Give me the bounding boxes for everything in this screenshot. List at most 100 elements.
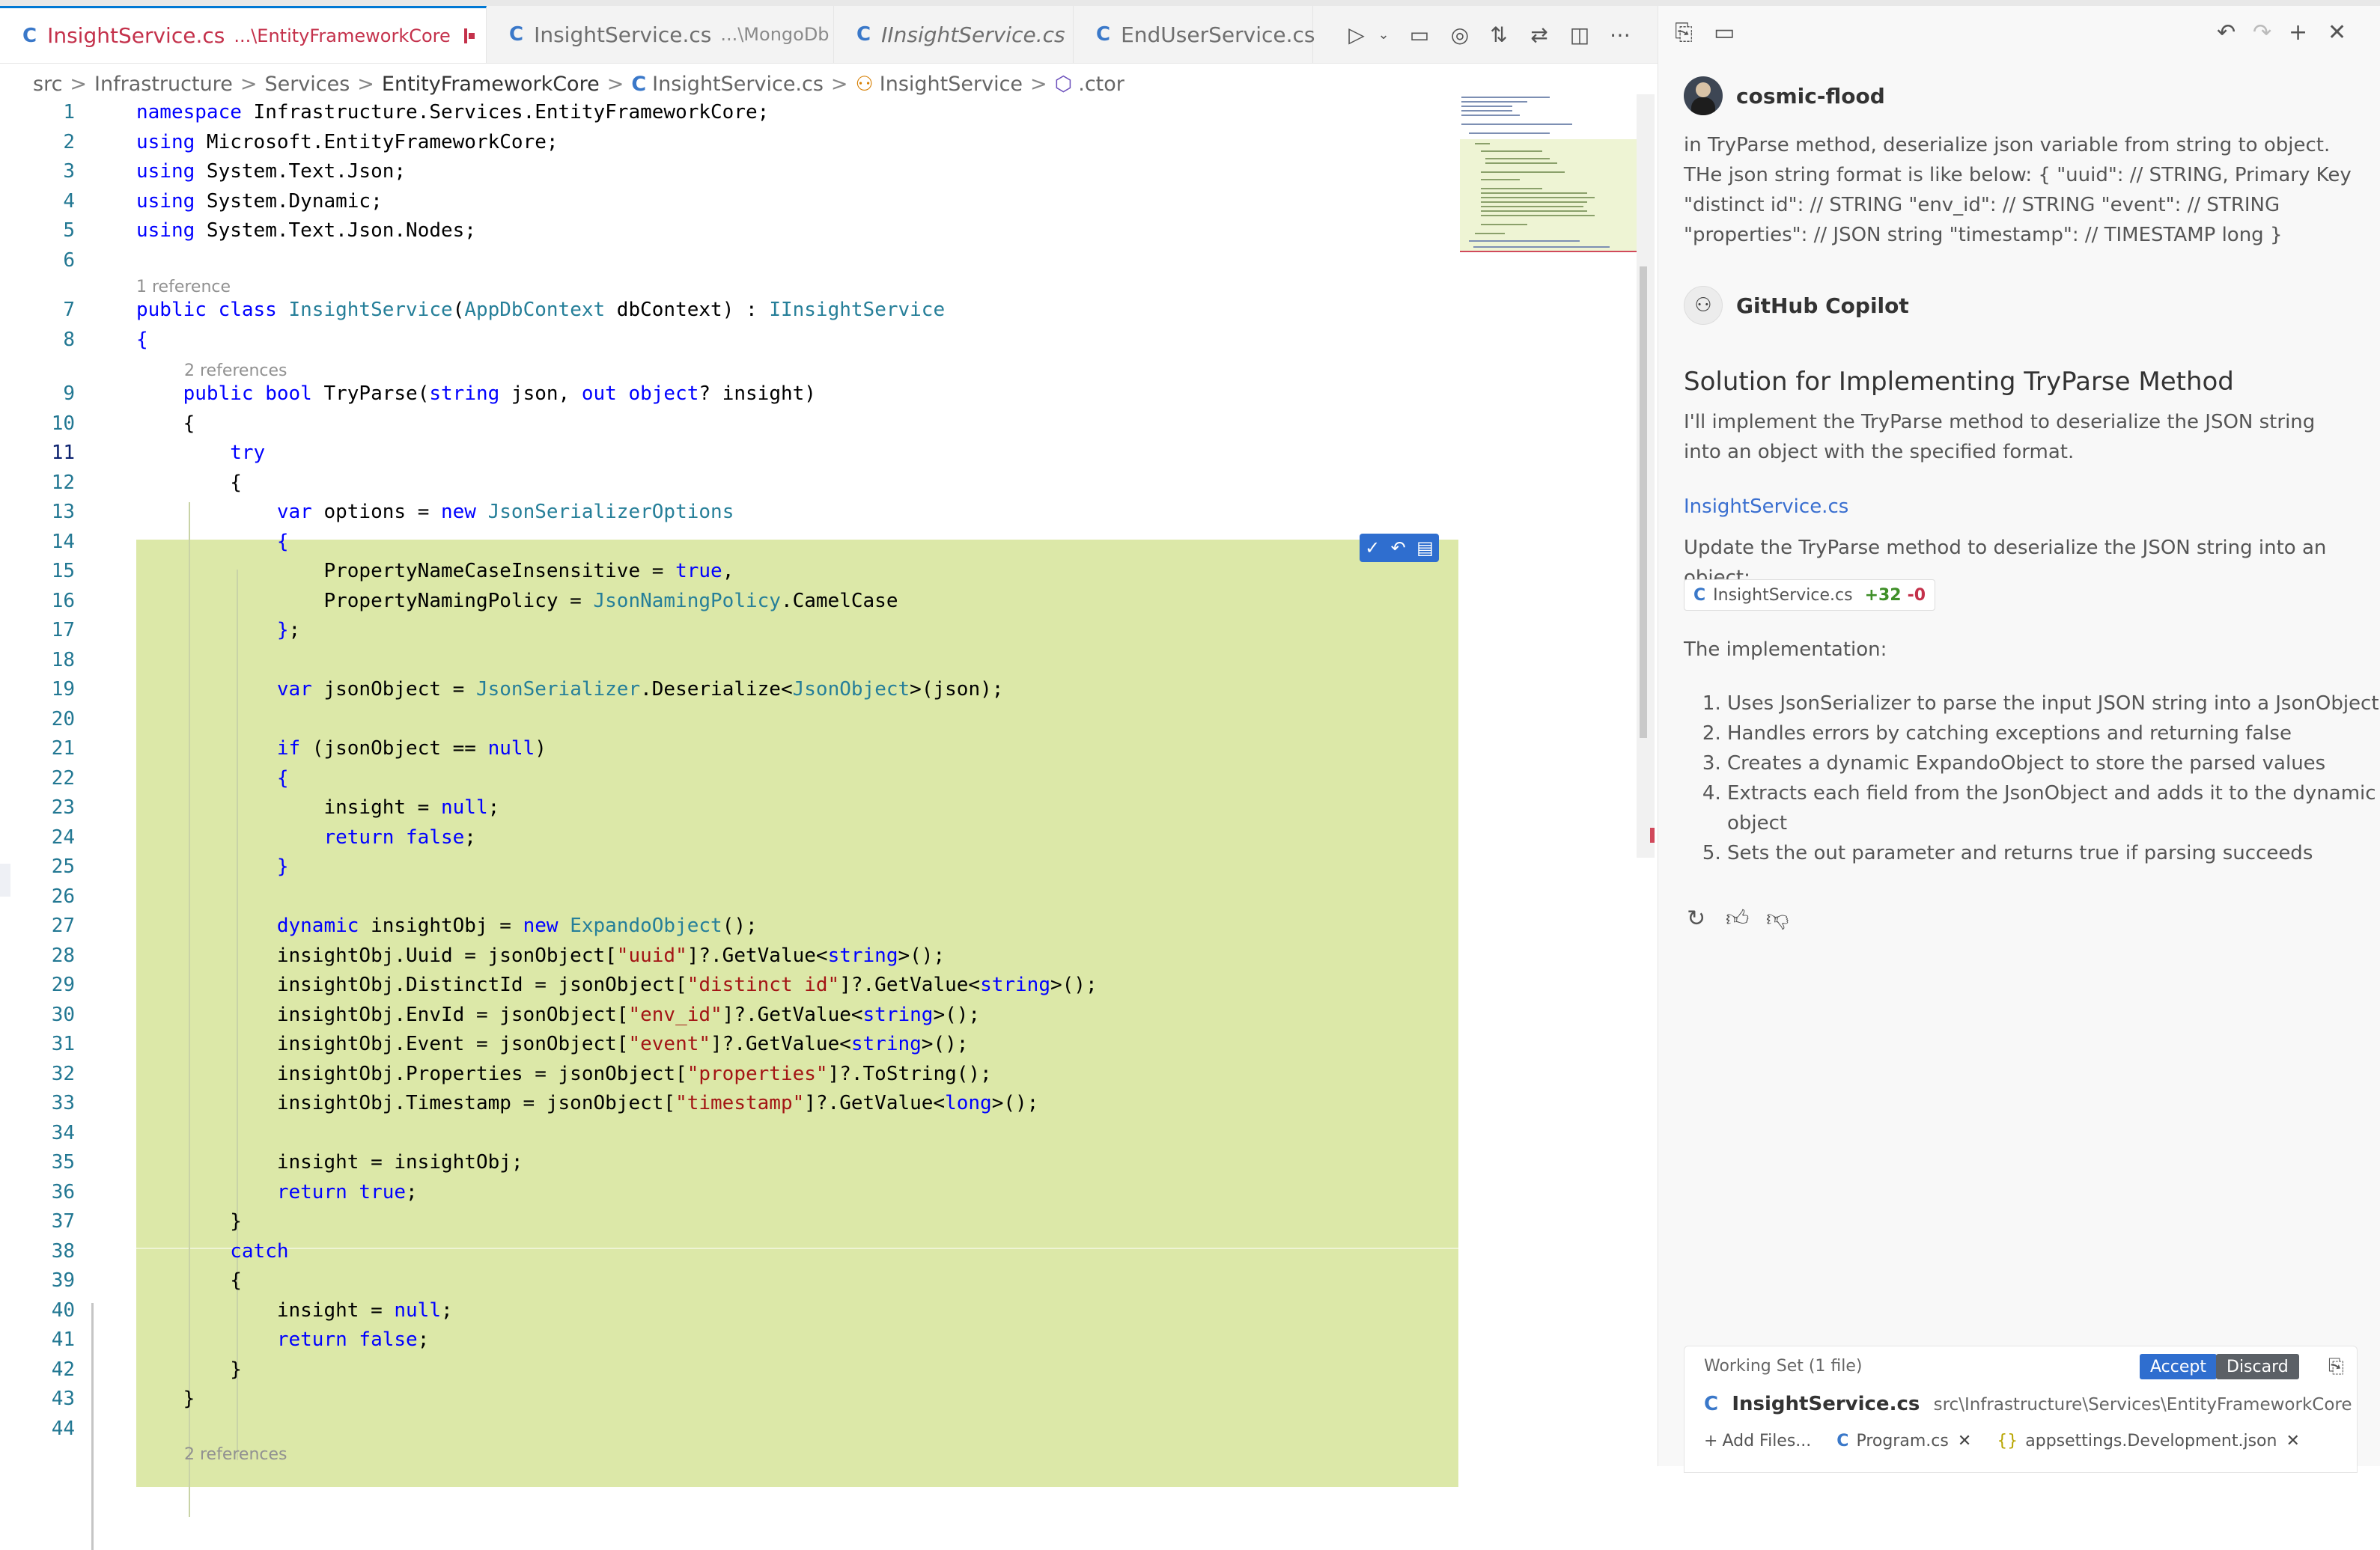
scrollbar-thumb[interactable] — [1640, 266, 1647, 738]
new-chat-file-icon[interactable]: ⎘ — [1675, 19, 1693, 46]
plus-icon[interactable]: + — [2289, 19, 2307, 46]
csharp-file-icon: C — [22, 24, 37, 47]
method-symbol-icon: ⬡ — [1054, 72, 1073, 96]
line-number: 37 — [51, 1210, 75, 1233]
tab-insightservice-efcore[interactable]: C InsightService.cs ...\EntityFrameworkC… — [0, 6, 487, 63]
copilot-icon: ⚇ — [1684, 286, 1723, 325]
breadcrumb-item[interactable]: .ctor — [1078, 73, 1124, 96]
check-circle-icon[interactable]: ◎ — [1445, 19, 1475, 49]
attached-file-chip[interactable]: {} appsettings.Development.json ✕ — [1997, 1432, 2300, 1450]
breadcrumb-item[interactable]: InsightService — [880, 73, 1023, 96]
code-line: insightObj.DistinctId = jsonObject["dist… — [136, 974, 1098, 996]
attached-file-chip[interactable]: C Program.cs ✕ — [1836, 1432, 1971, 1450]
code-line: } — [136, 1358, 242, 1381]
code-line: insight = insightObj; — [136, 1151, 523, 1174]
thumbs-down-icon[interactable]: 👎︎ — [1766, 906, 1789, 933]
split-editor-icon[interactable]: ◫ — [1565, 19, 1595, 49]
line-number: 20 — [51, 707, 75, 730]
code-line: using System.Dynamic; — [136, 189, 383, 213]
codelens-references[interactable]: 2 references — [184, 361, 287, 380]
breadcrumb-item[interactable]: InsightService.cs — [652, 73, 824, 96]
line-number: 30 — [51, 1003, 75, 1026]
line-number: 28 — [51, 944, 75, 967]
line-number: 36 — [51, 1180, 75, 1203]
user-prompt: in TryParse method, deserialize json var… — [1684, 134, 2352, 246]
list-item: Handles errors by catching exceptions an… — [1727, 718, 2380, 748]
line-number: 29 — [51, 974, 75, 996]
line-number: 9 — [63, 382, 75, 405]
code-line: return true; — [276, 1180, 418, 1203]
more-actions-icon[interactable]: ⋯ — [1605, 19, 1635, 49]
line-number: 8 — [63, 328, 75, 351]
codelens-references[interactable]: 1 reference — [136, 278, 231, 296]
breadcrumb-item[interactable]: Infrastructure — [94, 73, 233, 96]
tab-insightservice-mongodb[interactable]: C InsightService.cs ...\MongoDb — [487, 6, 834, 63]
retry-icon[interactable]: ↻ — [1687, 906, 1705, 932]
undo-icon[interactable]: ↶ — [2217, 19, 2236, 46]
editor-tab-bar: C InsightService.cs ...\EntityFrameworkC… — [0, 6, 1658, 64]
run-icon[interactable]: ▷ — [1342, 19, 1372, 49]
line-number: 10 — [51, 412, 75, 435]
line-number: 13 — [51, 501, 75, 523]
line-number: 12 — [51, 471, 75, 494]
line-number: 11 — [51, 442, 75, 464]
response-heading: Solution for Implementing TryParse Metho… — [1684, 367, 2234, 397]
breadcrumb: src > Infrastructure > Services > EntityFra… — [33, 66, 1124, 102]
compare-changes-icon[interactable]: ⇅ — [1484, 19, 1514, 49]
working-set-file[interactable]: C InsightService.cs src\Infrastructure\S… — [1704, 1393, 2352, 1415]
code-line: using System.Text.Json; — [136, 160, 407, 183]
working-set-title: Working Set (1 file) — [1704, 1357, 1863, 1376]
discard-button[interactable]: Discard — [2216, 1354, 2299, 1379]
close-icon[interactable]: ✕ — [2286, 1432, 2299, 1450]
list-item: Uses JsonSerializer to parse the input J… — [1727, 689, 2380, 718]
git-pull-request-icon[interactable]: ⇄ — [1524, 19, 1554, 49]
comment-icon[interactable]: ▭ — [1404, 19, 1434, 49]
list-item: Sets the out parameter and returns true … — [1727, 838, 2380, 868]
code-line: { — [276, 766, 289, 790]
tab-enduserservice[interactable]: C EndUserService.cs — [1074, 6, 1315, 63]
code-line: dynamic insightObj = new ExpandoObject()… — [276, 915, 758, 937]
assistant-header: ⚇ GitHub Copilot — [1684, 286, 1909, 325]
chevron-right-icon: > — [830, 72, 848, 96]
chat-history-icon[interactable]: ▭ — [1714, 19, 1735, 46]
code-editor[interactable]: C InsightService.cs ...\EntityFrameworkC… — [0, 6, 1658, 1550]
line-number: 18 — [51, 648, 75, 671]
chevron-right-icon: > — [357, 72, 374, 96]
chevron-right-icon: > — [240, 72, 258, 96]
code-line: { — [276, 530, 289, 553]
code-line: { — [136, 412, 195, 435]
breadcrumb-item[interactable]: src — [33, 73, 62, 96]
breadcrumb-item[interactable]: Services — [264, 73, 350, 96]
thumbs-up-icon[interactable]: 👍︎ — [1726, 906, 1749, 933]
code-line: insightObj.Properties = jsonObject["prop… — [136, 1062, 992, 1085]
line-number: 40 — [51, 1299, 75, 1322]
list-item: Extracts each field from the JsonObject … — [1727, 778, 2380, 838]
redo-icon[interactable]: ↷ — [2253, 19, 2271, 46]
line-number: 7 — [63, 299, 75, 321]
close-icon[interactable]: ✕ — [2328, 19, 2346, 46]
editor-scrollbar[interactable] — [1637, 94, 1655, 858]
close-icon[interactable]: ✕ — [1958, 1432, 1971, 1450]
run-dropdown-icon[interactable]: ⌄ — [1369, 19, 1399, 49]
user-header: cosmic-flood — [1684, 76, 1885, 115]
impl-title: The implementation: — [1684, 638, 1887, 661]
line-number: 16 — [51, 589, 75, 612]
tab-iinsightservice[interactable]: C IInsightService.cs — [834, 6, 1074, 63]
implementation-list: Uses JsonSerializer to parse the input J… — [1684, 689, 2380, 868]
codelens-references[interactable]: 2 references — [184, 1445, 287, 1464]
csharp-file-icon: C — [509, 23, 524, 46]
accept-button[interactable]: Accept — [2140, 1354, 2217, 1379]
edited-file-chip[interactable]: C InsightService.cs +32 -0 — [1684, 579, 1936, 611]
activity-indicator — [0, 864, 10, 897]
code-line: insight = null; — [136, 1299, 453, 1322]
file-link[interactable]: InsightService.cs — [1684, 495, 1848, 518]
view-changes-icon[interactable]: ⎘ — [2328, 1355, 2344, 1379]
code-line: { — [136, 471, 242, 494]
csharp-file-icon: C — [631, 72, 647, 96]
minimap[interactable] — [1460, 94, 1638, 259]
code-line: return false; — [323, 826, 476, 849]
breadcrumb-item[interactable]: EntityFrameworkCore — [382, 73, 600, 96]
code-line: insightObj.Event = jsonObject["event"]?.… — [136, 1033, 969, 1055]
add-files-button[interactable]: + Add Files... — [1704, 1432, 1811, 1450]
line-number: 41 — [51, 1328, 75, 1351]
